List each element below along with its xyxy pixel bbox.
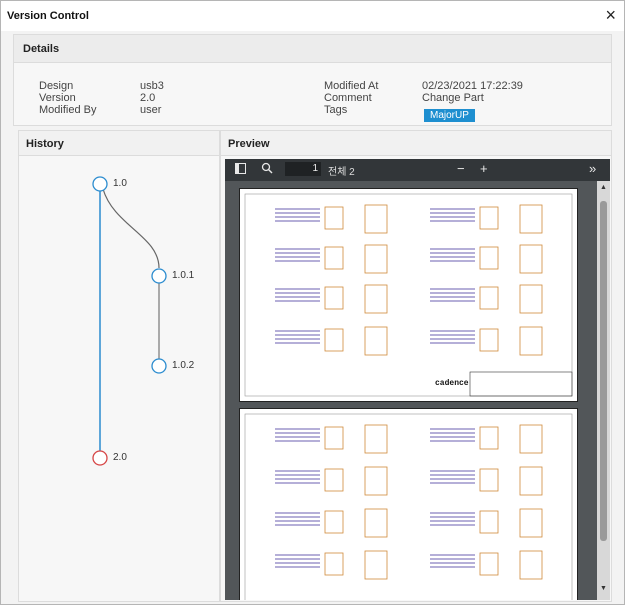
comment-label: Comment — [324, 92, 372, 104]
page-number-input[interactable]: 1 — [285, 162, 321, 176]
zoom-out-icon[interactable]: − — [457, 161, 465, 176]
pdf-pages[interactable]: cadence — [225, 181, 597, 600]
node-1-0-1[interactable] — [151, 268, 167, 284]
page-total: 전체 2 — [328, 167, 355, 178]
cadence-logo: cadence — [435, 379, 469, 388]
version-label: Version — [39, 92, 76, 104]
preview-panel: Preview 1 전체 2 − + » cadence ▲ ▼ — [220, 130, 612, 602]
details-header: Details — [14, 35, 611, 63]
pdf-page-1: cadence — [239, 188, 578, 402]
modified-at-value: 02/23/2021 17:22:39 — [422, 80, 523, 92]
node-label-2-0: 2.0 — [113, 452, 127, 463]
details-panel: Details Design usb3 Version 2.0 Modified… — [13, 34, 612, 126]
tags-label: Tags — [324, 104, 348, 116]
pdf-page-2 — [239, 408, 578, 600]
details-heading: Details — [23, 43, 60, 55]
design-label: Design — [39, 80, 74, 92]
sidebar-toggle-icon[interactable] — [235, 163, 246, 177]
pdf-toolbar: 1 전체 2 − + » — [225, 159, 610, 181]
branch-curve — [102, 188, 160, 269]
node-2-0[interactable] — [92, 450, 108, 466]
comment-value: Change Part — [422, 92, 484, 104]
node-label-1-0: 1.0 — [113, 178, 127, 189]
vertical-scrollbar[interactable]: ▲ ▼ — [597, 181, 610, 600]
search-icon[interactable] — [261, 162, 273, 177]
preview-header: Preview — [221, 131, 611, 156]
window-title: Version Control — [7, 10, 89, 22]
title-bar: Version Control × — [1, 1, 624, 31]
more-tools-icon[interactable]: » — [589, 161, 596, 176]
schematic-page-1: cadence — [244, 193, 573, 397]
preview-heading: Preview — [228, 138, 270, 150]
history-graph — [92, 176, 167, 466]
schematic-page-2 — [244, 413, 573, 600]
node-1-0[interactable] — [92, 176, 108, 192]
node-label-1-0-2: 1.0.2 — [172, 360, 195, 371]
scrollbar-thumb[interactable] — [600, 201, 607, 541]
node-label-1-0-1: 1.0.1 — [172, 270, 195, 281]
history-header: History — [19, 131, 219, 156]
modified-at-label: Modified At — [324, 80, 379, 92]
version-control-window: Version Control × Details Design usb3 Ve… — [0, 0, 625, 605]
zoom-in-icon[interactable]: + — [480, 161, 488, 176]
scroll-down-icon[interactable]: ▼ — [600, 585, 607, 592]
node-1-0-2[interactable] — [151, 358, 167, 374]
design-value: usb3 — [140, 80, 164, 92]
tag-badge[interactable]: MajorUP — [424, 109, 475, 122]
close-icon[interactable]: × — [605, 5, 616, 25]
scroll-up-icon[interactable]: ▲ — [600, 184, 607, 191]
version-value: 2.0 — [140, 92, 156, 104]
history-tree: 1.0 1.0.1 1.0.2 2.0 — [19, 156, 219, 601]
history-heading: History — [26, 138, 64, 150]
modified-by-value: user — [140, 104, 162, 116]
pdf-viewer: 1 전체 2 − + » cadence ▲ ▼ — [225, 159, 610, 600]
history-panel: History 1.0 1.0.1 1.0.2 2.0 — [18, 130, 220, 602]
modified-by-label: Modified By — [39, 104, 97, 116]
